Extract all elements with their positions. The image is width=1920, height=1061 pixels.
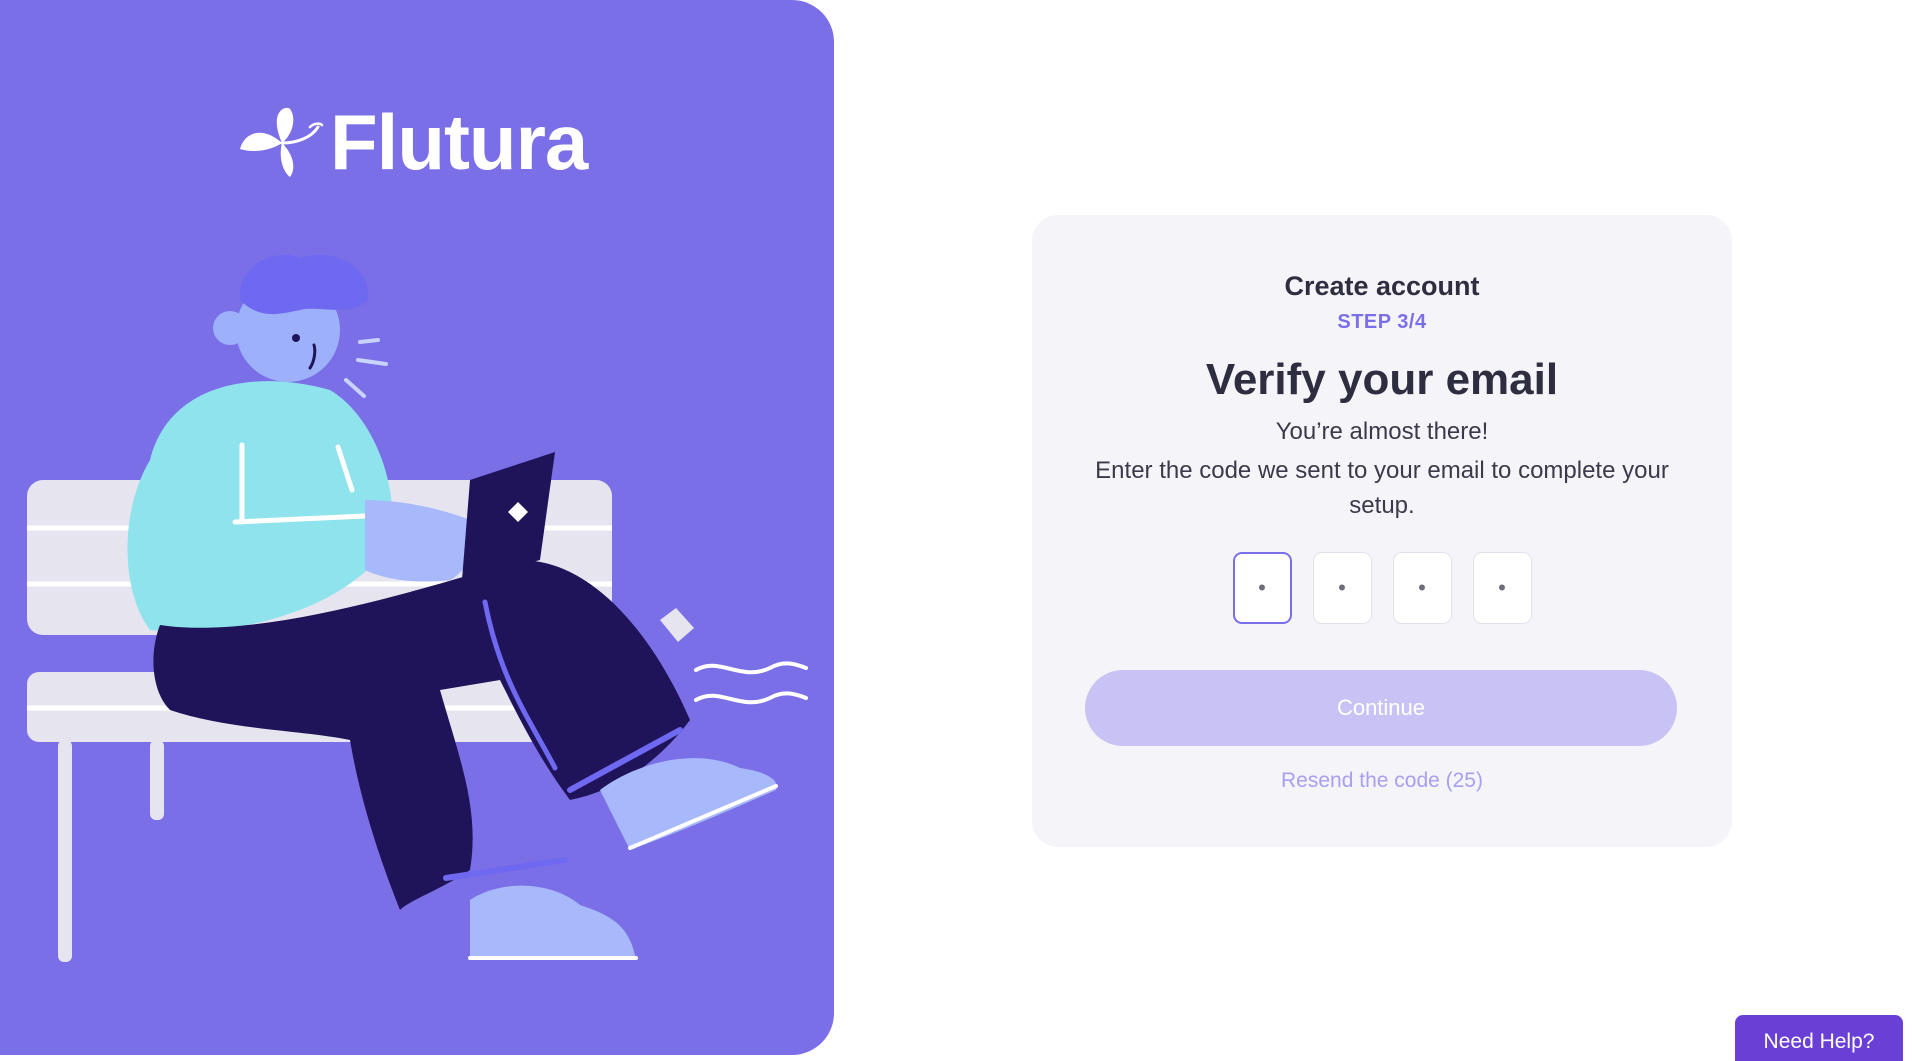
code-digit-4[interactable]: • [1472, 552, 1532, 624]
branding-panel: Flutura [0, 0, 834, 1055]
resend-code-link[interactable]: Resend the code (25) [1032, 769, 1732, 793]
brand-name: Flutura [330, 98, 588, 186]
butterfly-icon [240, 107, 324, 177]
person-on-bench-illustration [27, 254, 808, 962]
code-digit-1[interactable]: • [1232, 552, 1292, 624]
code-digit-3[interactable]: • [1392, 552, 1452, 624]
card-subtitle: You’re almost there! [1275, 418, 1489, 445]
brand: Flutura [238, 98, 588, 186]
need-help-button[interactable]: Need Help? [1735, 1015, 1903, 1061]
step-indicator: STEP 3/4 [1337, 311, 1427, 333]
continue-button[interactable]: Continue [1085, 670, 1677, 746]
verification-code-input: • • • • [1032, 552, 1732, 624]
code-digit-2[interactable]: • [1312, 552, 1372, 624]
card-description: Enter the code we sent to your email to … [1095, 457, 1669, 519]
page-title: Verify your email [1205, 355, 1559, 404]
verify-email-card: Create account STEP 3/4 Verify your emai… [1032, 215, 1732, 847]
card-heading: Create account [1284, 271, 1480, 301]
